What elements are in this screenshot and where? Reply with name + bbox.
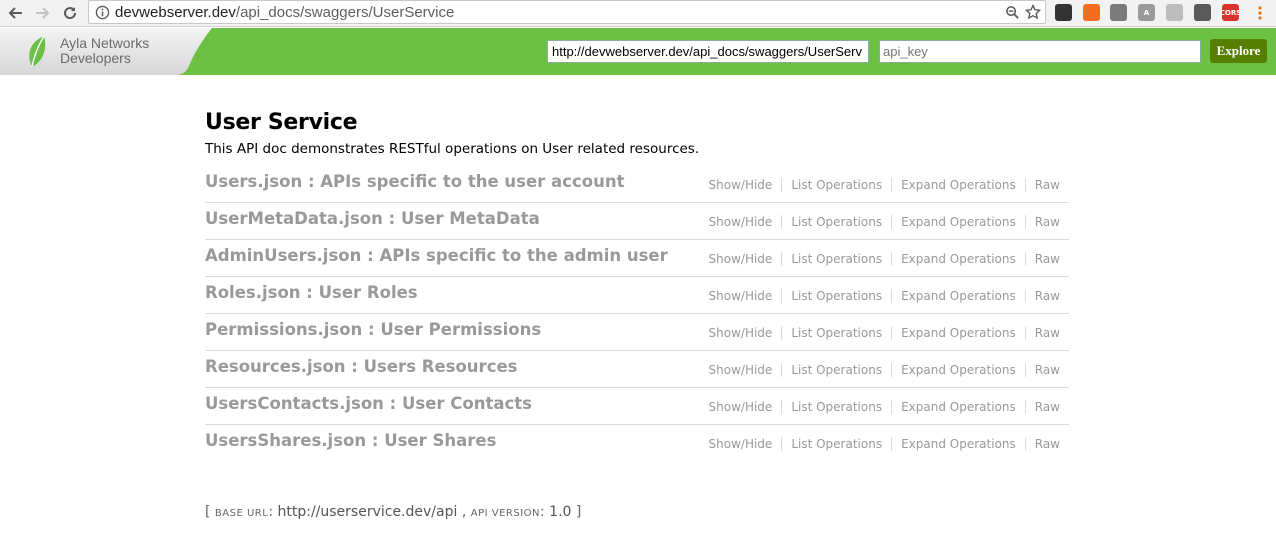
- list-operations-link[interactable]: List Operations: [781, 363, 891, 377]
- resource-row: AdminUsers.json : APIs specific to the a…: [205, 240, 1069, 277]
- resource-title[interactable]: UsersShares.json : User Shares: [205, 431, 496, 450]
- list-operations-link[interactable]: List Operations: [781, 289, 891, 303]
- show-hide-link[interactable]: Show/Hide: [700, 363, 782, 377]
- raw-link[interactable]: Raw: [1024, 215, 1069, 229]
- resource-title[interactable]: UserMetaData.json : User MetaData: [205, 209, 540, 228]
- footer-separator: ,: [457, 504, 471, 520]
- resource-operations: Show/Hide List Operations Expand Operation…: [700, 289, 1069, 303]
- resource-row: UserMetaData.json : User MetaData Show/Hi…: [205, 203, 1069, 240]
- forward-button[interactable]: [32, 3, 52, 23]
- resource-operations: Show/Hide List Operations Expand Operation…: [700, 178, 1069, 192]
- expand-operations-link[interactable]: Expand Operations: [891, 289, 1025, 303]
- bookmark-star-icon[interactable]: [1025, 4, 1041, 20]
- resource-operations: Show/Hide List Operations Expand Operation…: [700, 326, 1069, 340]
- resource-row: Resources.json : Users Resources Show/Hid…: [205, 351, 1069, 388]
- api-url-input[interactable]: [547, 40, 869, 63]
- leaf-icon: [29, 35, 46, 68]
- resource-list: Users.json : APIs specific to the user a…: [205, 166, 1069, 462]
- resource-row: Roles.json : User Roles Show/Hide List Ope…: [205, 277, 1069, 314]
- list-operations-link[interactable]: List Operations: [781, 178, 891, 192]
- reload-button[interactable]: [60, 3, 80, 23]
- extension-gray-icon[interactable]: [1110, 4, 1127, 21]
- raw-link[interactable]: Raw: [1024, 326, 1069, 340]
- show-hide-link[interactable]: Show/Hide: [700, 252, 782, 266]
- address-bar[interactable]: devwebserver.dev/api_docs/swaggers/UserS…: [88, 0, 1046, 24]
- resource-title[interactable]: Permissions.json : User Permissions: [205, 320, 541, 339]
- resource-operations: Show/Hide List Operations Expand Operation…: [700, 400, 1069, 414]
- footer-open: [: [205, 504, 215, 520]
- resource-title[interactable]: Roles.json : User Roles: [205, 283, 418, 302]
- show-hide-link[interactable]: Show/Hide: [700, 326, 782, 340]
- reload-icon: [64, 7, 77, 20]
- show-hide-link[interactable]: Show/Hide: [700, 400, 782, 414]
- extension-orange-icon[interactable]: [1083, 4, 1100, 21]
- base-url-label: BASE URL: [214, 508, 269, 519]
- menu-button[interactable]: [1250, 3, 1270, 23]
- raw-link[interactable]: Raw: [1024, 178, 1069, 192]
- show-hide-link[interactable]: Show/Hide: [700, 437, 782, 451]
- resource-title[interactable]: Users.json : APIs specific to the user a…: [205, 172, 624, 191]
- expand-operations-link[interactable]: Expand Operations: [891, 252, 1025, 266]
- expand-operations-link[interactable]: Expand Operations: [891, 400, 1025, 414]
- url-host: devwebserver.dev: [115, 4, 236, 21]
- raw-link[interactable]: Raw: [1024, 363, 1069, 377]
- zoom-icon[interactable]: [1005, 5, 1020, 20]
- forward-arrow-icon: [36, 7, 50, 19]
- logo-line1: Ayla Networks: [60, 35, 150, 51]
- puzzle-icon[interactable]: [1055, 4, 1072, 21]
- base-url-value: http://userservice.dev/api: [277, 504, 458, 520]
- browser-toolbar: devwebserver.dev/api_docs/swaggers/UserS…: [0, 0, 1276, 27]
- expand-operations-link[interactable]: Expand Operations: [891, 437, 1025, 451]
- drive-icon[interactable]: [1166, 4, 1183, 21]
- resource-row: Users.json : APIs specific to the user a…: [205, 166, 1069, 203]
- footer-info: [ BASE URL: http://userservice.dev/api ,…: [205, 504, 582, 520]
- info-icon[interactable]: [95, 5, 110, 20]
- api-key-input[interactable]: [879, 40, 1201, 63]
- back-arrow-icon: [8, 7, 22, 19]
- list-operations-link[interactable]: List Operations: [781, 215, 891, 229]
- logo-text: Ayla Networks Developers: [60, 36, 149, 66]
- extension-a-icon[interactable]: A: [1138, 4, 1155, 21]
- raw-link[interactable]: Raw: [1024, 289, 1069, 303]
- resource-operations: Show/Hide List Operations Expand Operation…: [700, 215, 1069, 229]
- logo-line2: Developers: [60, 50, 131, 66]
- resource-operations: Show/Hide List Operations Expand Operation…: [700, 437, 1069, 451]
- show-hide-link[interactable]: Show/Hide: [700, 215, 782, 229]
- site-header: Ayla Networks Developers Explore: [0, 28, 1276, 75]
- list-operations-link[interactable]: List Operations: [781, 437, 891, 451]
- resource-operations: Show/Hide List Operations Expand Operation…: [700, 363, 1069, 377]
- show-hide-link[interactable]: Show/Hide: [700, 178, 782, 192]
- page-title: User Service: [205, 110, 358, 135]
- page-description: This API doc demonstrates RESTful operat…: [205, 141, 700, 157]
- api-version-label: API VERSION: [470, 508, 540, 519]
- list-operations-link[interactable]: List Operations: [781, 400, 891, 414]
- expand-operations-link[interactable]: Expand Operations: [891, 178, 1025, 192]
- logo[interactable]: Ayla Networks Developers: [0, 28, 230, 75]
- expand-operations-link[interactable]: Expand Operations: [891, 326, 1025, 340]
- footer-close: ]: [571, 504, 582, 520]
- url-path: /api_docs/swaggers/UserService: [235, 4, 455, 21]
- resource-operations: Show/Hide List Operations Expand Operation…: [700, 252, 1069, 266]
- expand-operations-link[interactable]: Expand Operations: [891, 363, 1025, 377]
- extension-pin-icon[interactable]: [1194, 4, 1211, 21]
- address-text: devwebserver.dev/api_docs/swaggers/UserS…: [115, 4, 454, 21]
- explore-button[interactable]: Explore: [1210, 39, 1267, 63]
- resource-row: UsersContacts.json : User Contacts Show/H…: [205, 388, 1069, 425]
- resource-title[interactable]: AdminUsers.json : APIs specific to the a…: [205, 246, 668, 265]
- list-operations-link[interactable]: List Operations: [781, 326, 891, 340]
- resource-row: Permissions.json : User Permissions Show/…: [205, 314, 1069, 351]
- back-button[interactable]: [6, 3, 26, 23]
- show-hide-link[interactable]: Show/Hide: [700, 289, 782, 303]
- resource-title[interactable]: UsersContacts.json : User Contacts: [205, 394, 532, 413]
- menu-dots-icon: [1258, 6, 1262, 20]
- list-operations-link[interactable]: List Operations: [781, 252, 891, 266]
- raw-link[interactable]: Raw: [1024, 252, 1069, 266]
- raw-link[interactable]: Raw: [1024, 400, 1069, 414]
- resource-row: UsersShares.json : User Shares Show/Hide L…: [205, 425, 1069, 462]
- raw-link[interactable]: Raw: [1024, 437, 1069, 451]
- api-version-value: 1.0: [549, 504, 572, 520]
- expand-operations-link[interactable]: Expand Operations: [891, 215, 1025, 229]
- resource-title[interactable]: Resources.json : Users Resources: [205, 357, 518, 376]
- cors-icon[interactable]: CORS: [1220, 4, 1241, 21]
